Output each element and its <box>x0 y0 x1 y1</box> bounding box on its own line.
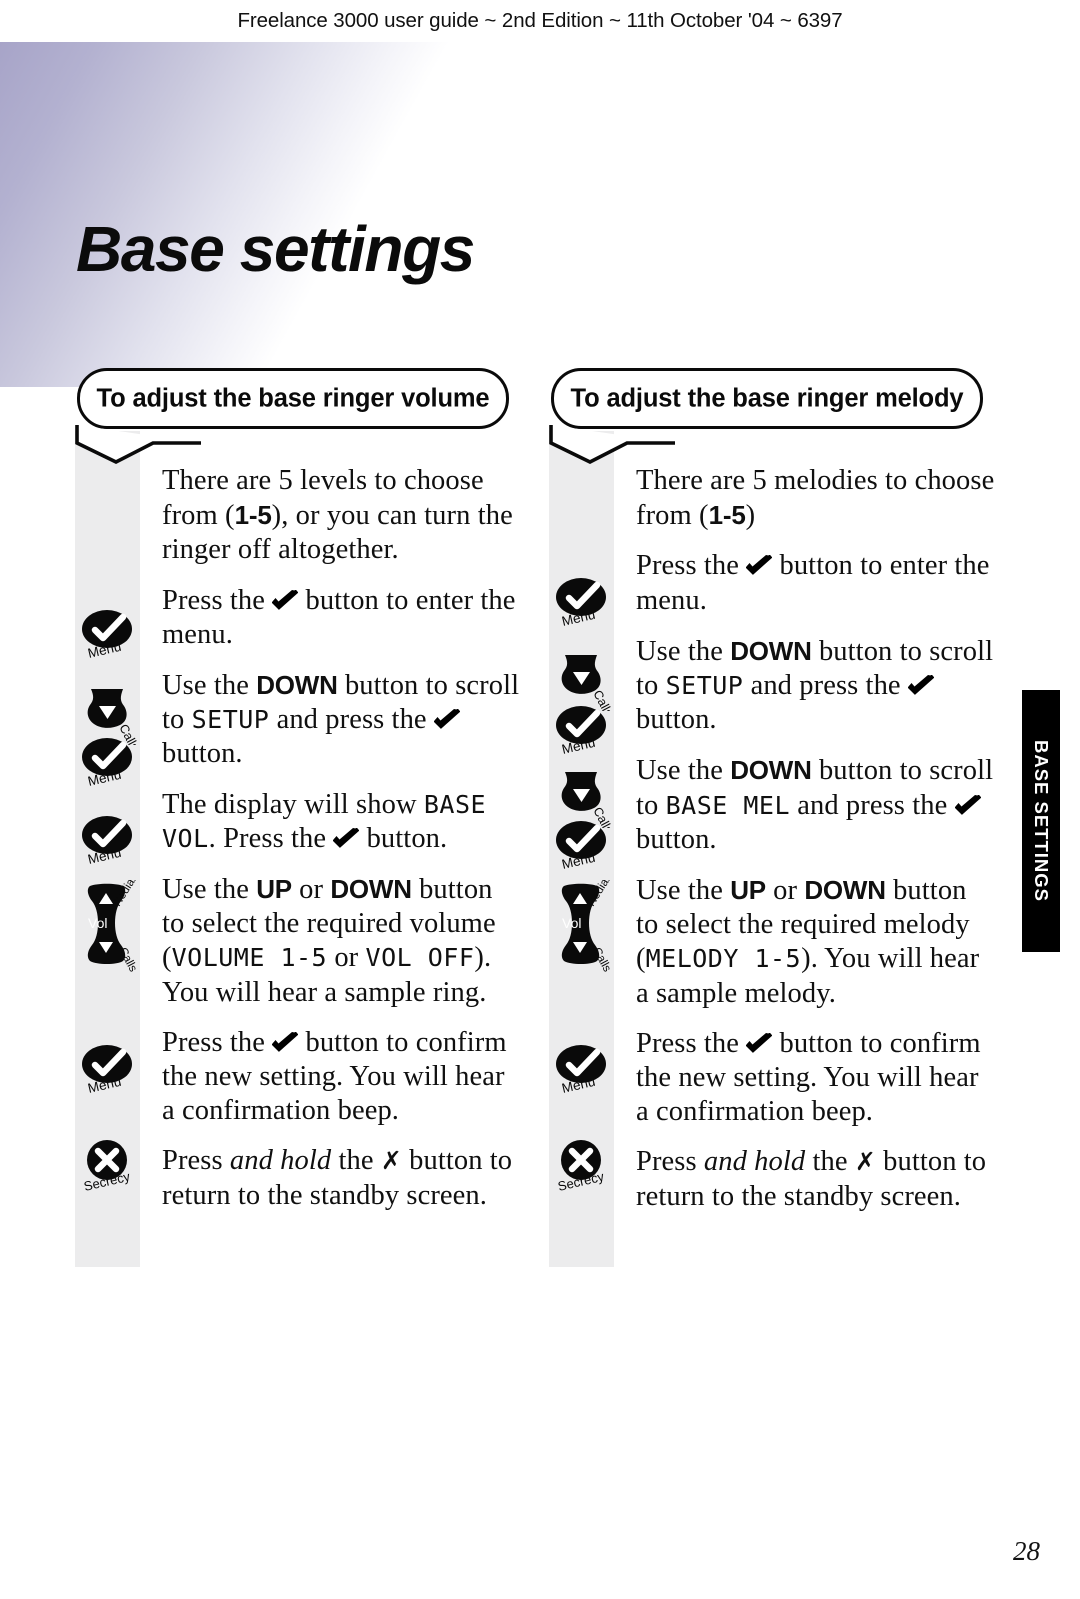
menu-tick-button-icon: Menu <box>553 701 613 761</box>
step-select-volume: Use the UP or DOWN button to select the … <box>162 874 496 1008</box>
display-text: VOLUME 1-5 <box>171 943 328 973</box>
menu-tick-button-icon: Menu <box>79 733 139 793</box>
procedure-heading-bubble: To adjust the base ringer melody <box>551 368 983 429</box>
display-text: VOL OFF <box>365 943 475 973</box>
tick-glyph-icon <box>333 827 360 848</box>
tick-glyph-icon <box>272 1031 299 1052</box>
page-title: Base settings <box>76 212 475 285</box>
svg-text:Vol: Vol <box>88 915 107 931</box>
step-select-melody: Use the UP or DOWN button to select the … <box>636 875 980 1009</box>
procedure-steps: There are 5 levels to choose from (1-5),… <box>162 464 522 1213</box>
procedure-heading-bubble: To adjust the base ringer volume <box>77 368 509 429</box>
procedure-steps: There are 5 melodies to choose from (1-5… <box>636 464 996 1214</box>
vol-rocker-button-icon: Vol Redial Calls <box>553 880 613 976</box>
step-display-base-vol: The display will show BASE VOL. Press th… <box>162 788 487 854</box>
procedure-heading-label: To adjust the base ringer melody <box>570 384 964 412</box>
display-text: BASE VOL <box>162 789 487 853</box>
speech-bubble-tail <box>549 425 675 464</box>
tick-glyph-icon <box>907 675 934 695</box>
step-levels-intro: There are 5 levels to choose from (1-5),… <box>162 465 513 566</box>
cross-glyph-icon: ✗ <box>380 1146 402 1176</box>
cross-glyph-icon: ✗ <box>854 1147 876 1177</box>
vol-rocker-button-icon: Vol Redial Calls <box>79 880 139 976</box>
tick-glyph-icon <box>954 794 981 815</box>
display-text: SETUP <box>665 671 744 701</box>
step-confirm-setting: Press the button to confirm the new sett… <box>636 1027 981 1128</box>
menu-tick-button-icon: Menu <box>553 573 613 633</box>
menu-tick-button-icon: Menu <box>79 605 139 665</box>
section-thumb-tab-label: BASE SETTINGS <box>1031 739 1052 903</box>
step-confirm-setting: Press the button to confirm the new sett… <box>162 1026 507 1127</box>
speech-bubble-tail <box>75 425 201 464</box>
tick-glyph-icon <box>433 709 460 730</box>
step-return-standby: Press and hold the ✗ button to return to… <box>636 1146 987 1212</box>
menu-tick-button-icon: Menu <box>553 816 613 876</box>
step-scroll-setup: Use the DOWN button to scroll to SETUP a… <box>162 670 520 770</box>
step-enter-menu: Press the button to enter the menu. <box>636 550 990 616</box>
display-text: SETUP <box>191 705 270 735</box>
secrecy-cross-button-icon: Secrecy <box>553 1136 613 1196</box>
step-return-standby: Press and hold the ✗ button to return to… <box>162 1145 513 1211</box>
tick-glyph-icon <box>272 589 299 610</box>
tick-glyph-icon <box>746 555 773 576</box>
menu-tick-button-icon: Menu <box>79 1040 139 1100</box>
menu-tick-button-icon: Menu <box>79 811 139 871</box>
step-scroll-setup: Use the DOWN button to scroll to SETUP a… <box>636 635 994 736</box>
step-melodies-intro: There are 5 melodies to choose from (1-5… <box>636 465 995 532</box>
page-number: 28 <box>1013 1536 1040 1566</box>
running-header: Freelance 3000 user guide ~ 2nd Edition … <box>237 9 843 32</box>
display-text: BASE MEL <box>665 790 791 820</box>
display-text: MELODY 1-5 <box>645 944 802 974</box>
procedure-heading-label: To adjust the base ringer volume <box>96 384 490 412</box>
menu-tick-button-icon: Menu <box>553 1040 613 1100</box>
step-scroll-base-mel: Use the DOWN button to scroll to BASE ME… <box>636 755 994 855</box>
secrecy-cross-button-icon: Secrecy <box>79 1136 139 1196</box>
svg-text:Vol: Vol <box>562 915 581 931</box>
section-thumb-tab: BASE SETTINGS <box>1022 690 1060 952</box>
step-enter-menu: Press the button to enter the menu. <box>162 584 516 650</box>
tick-glyph-icon <box>746 1032 773 1053</box>
